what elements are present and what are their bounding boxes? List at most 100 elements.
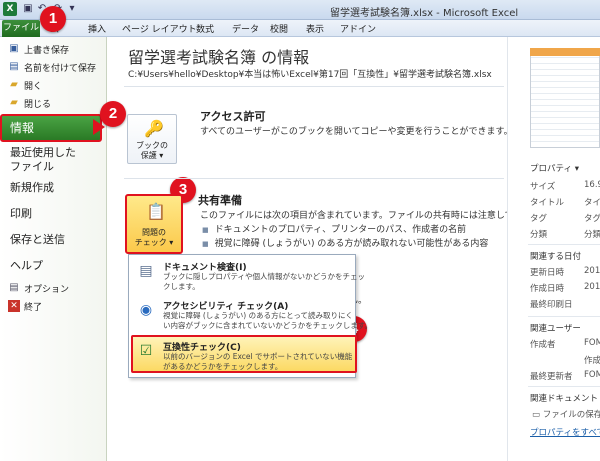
- compatibility-desc-line2: があるかどうかをチェックします。: [163, 362, 283, 371]
- nav-exit-label: 終了: [24, 302, 43, 313]
- nav-recent[interactable]: 最近使用した ファイル: [10, 146, 76, 174]
- compatibility-desc-line1: 以前のバージョンの Excel でサポートされていない機能: [163, 352, 353, 361]
- user-value-author: FOM: [584, 338, 600, 348]
- prop-label-category: 分類: [530, 230, 548, 240]
- nav-save-send[interactable]: 保存と送信: [10, 233, 65, 247]
- document-icon: ▭: [532, 410, 541, 420]
- inspect-document-desc: ブックに隠しプロパティや個人情報がないかどうかをチェッ クします。: [163, 272, 365, 292]
- protect-button-line2: 保護 ▾: [140, 151, 164, 160]
- accessibility-desc-line2: い内容がブックに含まれていないかどうかをチェックします。: [163, 321, 373, 330]
- tab-view[interactable]: 表示: [306, 22, 324, 35]
- nav-recent-line2: ファイル: [10, 160, 54, 173]
- prop-value-size: 16.9: [584, 180, 600, 190]
- user-value-last-modified: FOM: [584, 370, 600, 380]
- check-document-icon: 📋: [146, 202, 166, 221]
- prop-label-tags: タグ: [530, 214, 548, 224]
- file-path: C:¥Users¥hello¥Desktop¥本当は怖いExcel¥第17回「互…: [128, 70, 492, 80]
- save-icon: ▣: [9, 43, 19, 54]
- protect-button-line1: ブックの: [136, 141, 168, 150]
- docs-header: 関連ドキュメント: [530, 394, 599, 404]
- tab-insert[interactable]: 挿入: [88, 22, 106, 35]
- divider: [124, 178, 504, 179]
- compatibility-check-icon: ☑: [139, 343, 153, 359]
- inspect-document-icon: ▤: [139, 263, 153, 279]
- ribbon-tabs: ファイル ム 挿入 ページ レイアウト 数式 データ 校閲 表示 アドイン: [0, 20, 600, 37]
- save-icon[interactable]: ▣: [22, 3, 34, 15]
- open-file-location[interactable]: ▭ ファイルの保存場: [532, 408, 600, 420]
- thumbnail-header: [530, 48, 600, 56]
- prepare-heading: 共有準備: [198, 194, 242, 207]
- nav-recent-line1: 最近使用した: [10, 146, 76, 159]
- lock-key-icon: 🔑: [144, 119, 164, 138]
- menu-accessibility-check[interactable]: ◉ アクセシビリティ チェック(A) 視覚に障碍 (しょうがい) のある方にとっ…: [133, 296, 372, 334]
- prepare-desc: このファイルには次の項目が含まれています。ファイルの共有時には注意してください。: [200, 211, 559, 221]
- title-bar: X ▣ ↶ ↷ ▾ 留学選考試験名簿.xlsx - Microsoft Exce…: [0, 0, 600, 20]
- prop-value-title[interactable]: タイト: [584, 196, 600, 208]
- date-label-printed: 最終印刷日: [530, 300, 573, 310]
- nav-print[interactable]: 印刷: [10, 207, 32, 221]
- permissions-heading: アクセス許可: [200, 110, 266, 123]
- dropdown-icon[interactable]: ▾: [66, 3, 78, 15]
- nav-exit[interactable]: ✕ 終了: [8, 297, 42, 315]
- prop-label-title: タイトル: [530, 198, 565, 208]
- prop-label-size: サイズ: [530, 182, 556, 192]
- prepare-bullet-1: ドキュメントのプロパティ、プリンターのパス、作成者の名前: [202, 222, 466, 235]
- check-issues-menu: ▤ ドキュメント検査(I) ブックに隠しプロパティや個人情報がないかどうかをチェ…: [128, 254, 372, 378]
- nav-open[interactable]: ▰ 開く: [8, 76, 42, 94]
- save-as-icon: ▤: [9, 61, 19, 72]
- user-label-author: 作成者: [530, 340, 556, 350]
- protect-workbook-button[interactable]: 🔑 ブックの 保護 ▾: [127, 114, 177, 164]
- protect-button-label2: 保護: [140, 151, 157, 160]
- divider: [528, 244, 600, 245]
- check-issues-button[interactable]: 📋 問題の チェック ▾: [125, 194, 183, 254]
- divider: [528, 316, 600, 317]
- nav-new[interactable]: 新規作成: [10, 181, 54, 195]
- date-label-created: 作成日時: [530, 284, 565, 294]
- check-button-line2: チェック ▾: [134, 238, 174, 247]
- folder-close-icon: ▰: [10, 97, 18, 108]
- callout-badge-1: 1: [40, 6, 66, 32]
- menu-compatibility-check[interactable]: ☑ 互換性チェック(C) 以前のバージョンの Excel でサポートされていない…: [131, 335, 357, 373]
- divider: [124, 86, 504, 87]
- menu-inspect-document[interactable]: ▤ ドキュメント検査(I) ブックに隠しプロパティや個人情報がないかどうかをチェ…: [133, 257, 365, 295]
- tab-review[interactable]: 校閲: [270, 22, 288, 35]
- inspect-desc-line1: ブックに隠しプロパティや個人情報がないかどうかをチェッ: [163, 272, 366, 281]
- show-all-properties-link[interactable]: プロパティをすべて表示: [530, 426, 600, 438]
- inspect-desc-line2: クします。: [163, 282, 200, 291]
- nav-save-label: 上書き保存: [24, 45, 70, 56]
- user-label-last-modified: 最終更新者: [530, 372, 573, 382]
- prepare-bullet-2: 視覚に障碍 (しょうがい) のある方が読み取れない可能性がある内容: [202, 236, 489, 249]
- exit-icon: ✕: [8, 300, 20, 312]
- prop-value-category[interactable]: 分類: [584, 228, 600, 240]
- properties-header[interactable]: プロパティ ▾: [530, 162, 579, 174]
- accessibility-desc: 視覚に障碍 (しょうがい) のある方にとって読み取りにく い内容がブックに含まれ…: [163, 311, 372, 331]
- permissions-desc: すべてのユーザーがこのブックを開いてコピーや変更を行うことができます。: [200, 127, 513, 137]
- divider: [528, 386, 600, 387]
- users-header: 関連ユーザー: [530, 324, 581, 334]
- options-icon: ▤: [9, 282, 19, 293]
- nav-close[interactable]: ▰ 閉じる: [8, 94, 51, 112]
- date-value-created: 201: [584, 282, 600, 292]
- tab-formulas[interactable]: 数式: [196, 22, 214, 35]
- nav-save[interactable]: ▣ 上書き保存: [8, 40, 69, 58]
- prop-value-tags[interactable]: タグの: [584, 212, 600, 224]
- tab-addins[interactable]: アドイン: [340, 22, 376, 35]
- tab-data[interactable]: データ: [232, 22, 259, 35]
- compatibility-desc: 以前のバージョンの Excel でサポートされていない機能 があるかどうかをチェ…: [163, 352, 352, 372]
- folder-open-icon: ▰: [10, 79, 18, 90]
- callout-arrow-2: [93, 119, 105, 135]
- nav-open-label: 開く: [24, 81, 43, 92]
- nav-help[interactable]: ヘルプ: [10, 259, 43, 273]
- tab-page-layout[interactable]: ページ レイアウト: [122, 22, 197, 35]
- date-value-modified: 201: [584, 266, 600, 276]
- nav-close-label: 閉じる: [24, 99, 52, 110]
- date-label-modified: 更新日時: [530, 268, 565, 278]
- user-add-author[interactable]: 作成: [584, 354, 600, 366]
- nav-options[interactable]: ▤ オプション: [8, 279, 69, 297]
- nav-info[interactable]: 情報: [0, 114, 102, 142]
- page-title: 留学選考試験名簿 の情報: [128, 48, 310, 67]
- tab-file[interactable]: ファイル: [2, 20, 40, 37]
- nav-options-label: オプション: [24, 284, 70, 295]
- nav-save-as[interactable]: ▤ 名前を付けて保存: [8, 58, 96, 76]
- nav-save-as-label: 名前を付けて保存: [24, 63, 97, 74]
